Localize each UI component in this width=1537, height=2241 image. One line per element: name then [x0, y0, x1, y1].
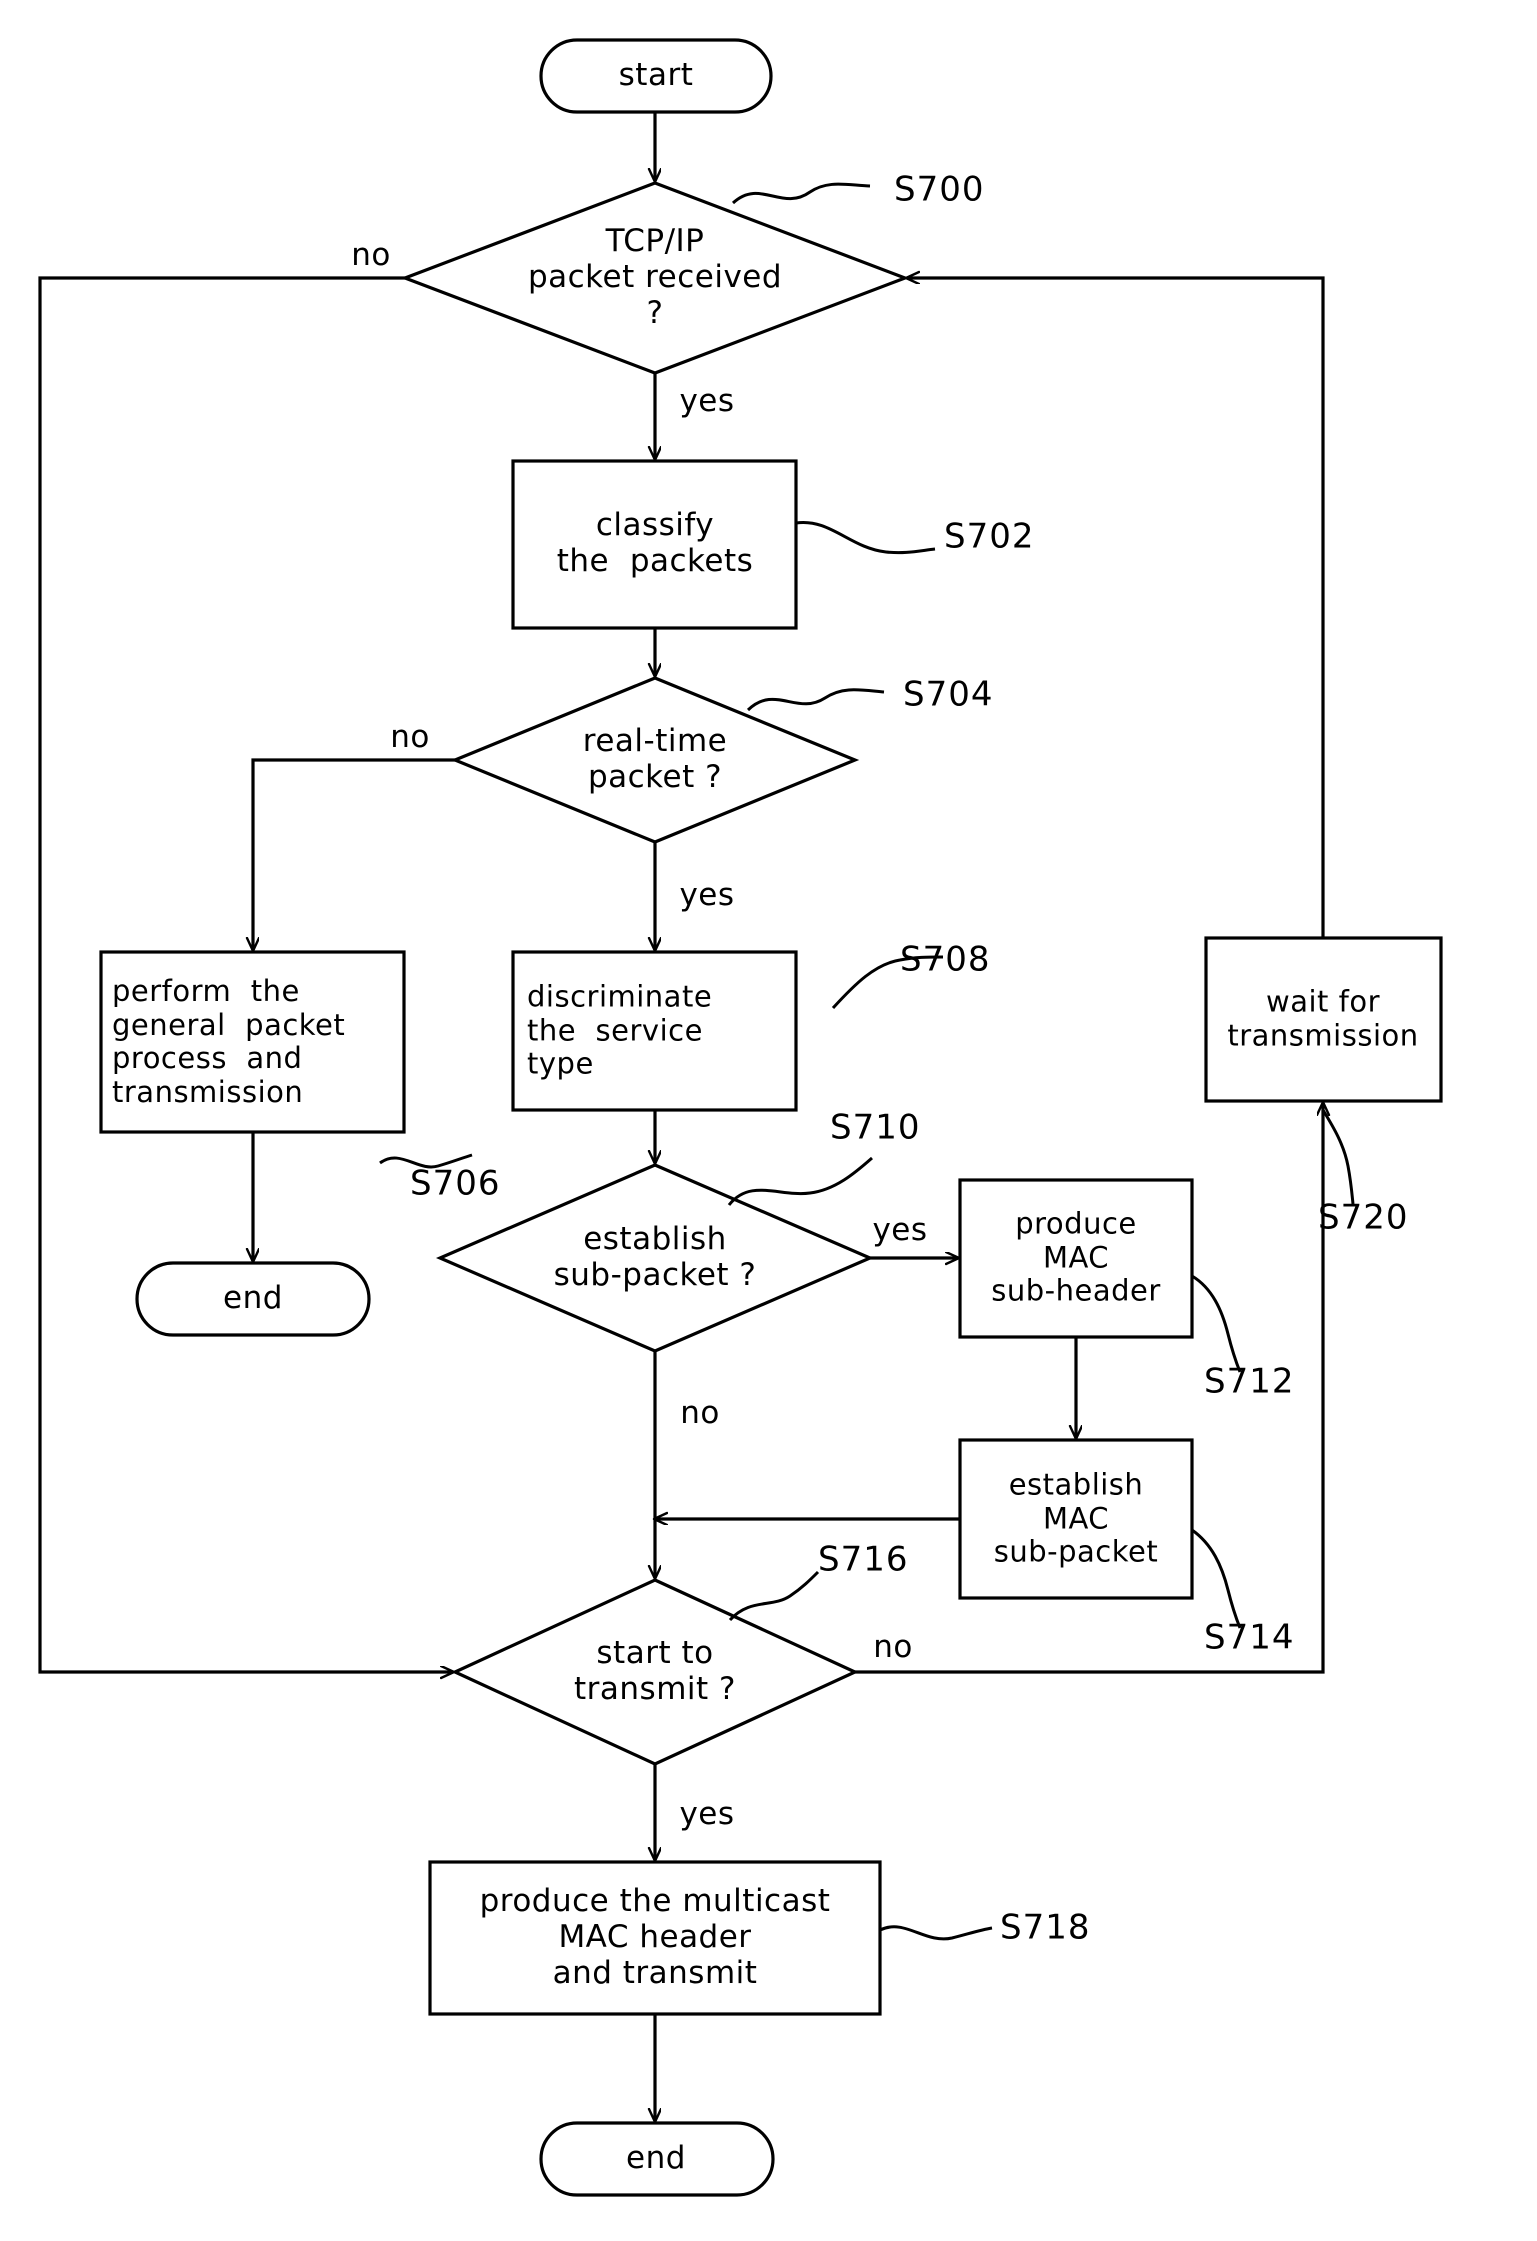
- leader-s712: [1191, 1274, 1242, 1373]
- leader-s704: [746, 688, 885, 712]
- node-end-left-shape: [135, 1261, 371, 1337]
- leader-s700: [731, 182, 871, 205]
- leader-s702: [795, 520, 936, 555]
- edge-s720-to-s700: [907, 278, 1325, 938]
- node-s720-shape: [1204, 936, 1443, 1103]
- node-end-bottom-shape: [539, 2121, 775, 2197]
- leader-s714: [1191, 1528, 1242, 1629]
- leader-s708: [831, 955, 944, 1010]
- node-s700-shape: [400, 181, 910, 375]
- leader-s706: [379, 1153, 473, 1169]
- edge-s716-no-to-s720: [855, 1103, 1323, 1674]
- leader-s720: [1321, 1109, 1355, 1205]
- node-s716-shape: [451, 1578, 859, 1766]
- flowchart-svg: [38, 38, 1443, 2197]
- node-s702-shape: [511, 459, 798, 630]
- leader-s718: [879, 1925, 993, 1941]
- edge-s704-no-to-s706: [253, 758, 455, 950]
- leader-s710: [727, 1156, 873, 1206]
- node-start-shape: [539, 38, 773, 114]
- node-s714-shape: [958, 1438, 1194, 1600]
- leader-s716: [728, 1570, 820, 1622]
- node-s708-shape: [511, 950, 798, 1112]
- node-s718-shape: [428, 1860, 882, 2016]
- node-s706-shape: [99, 950, 406, 1134]
- node-s712-shape: [958, 1178, 1194, 1339]
- flowchart-canvas: start TCP/IP packet received ? classify …: [0, 0, 1537, 2241]
